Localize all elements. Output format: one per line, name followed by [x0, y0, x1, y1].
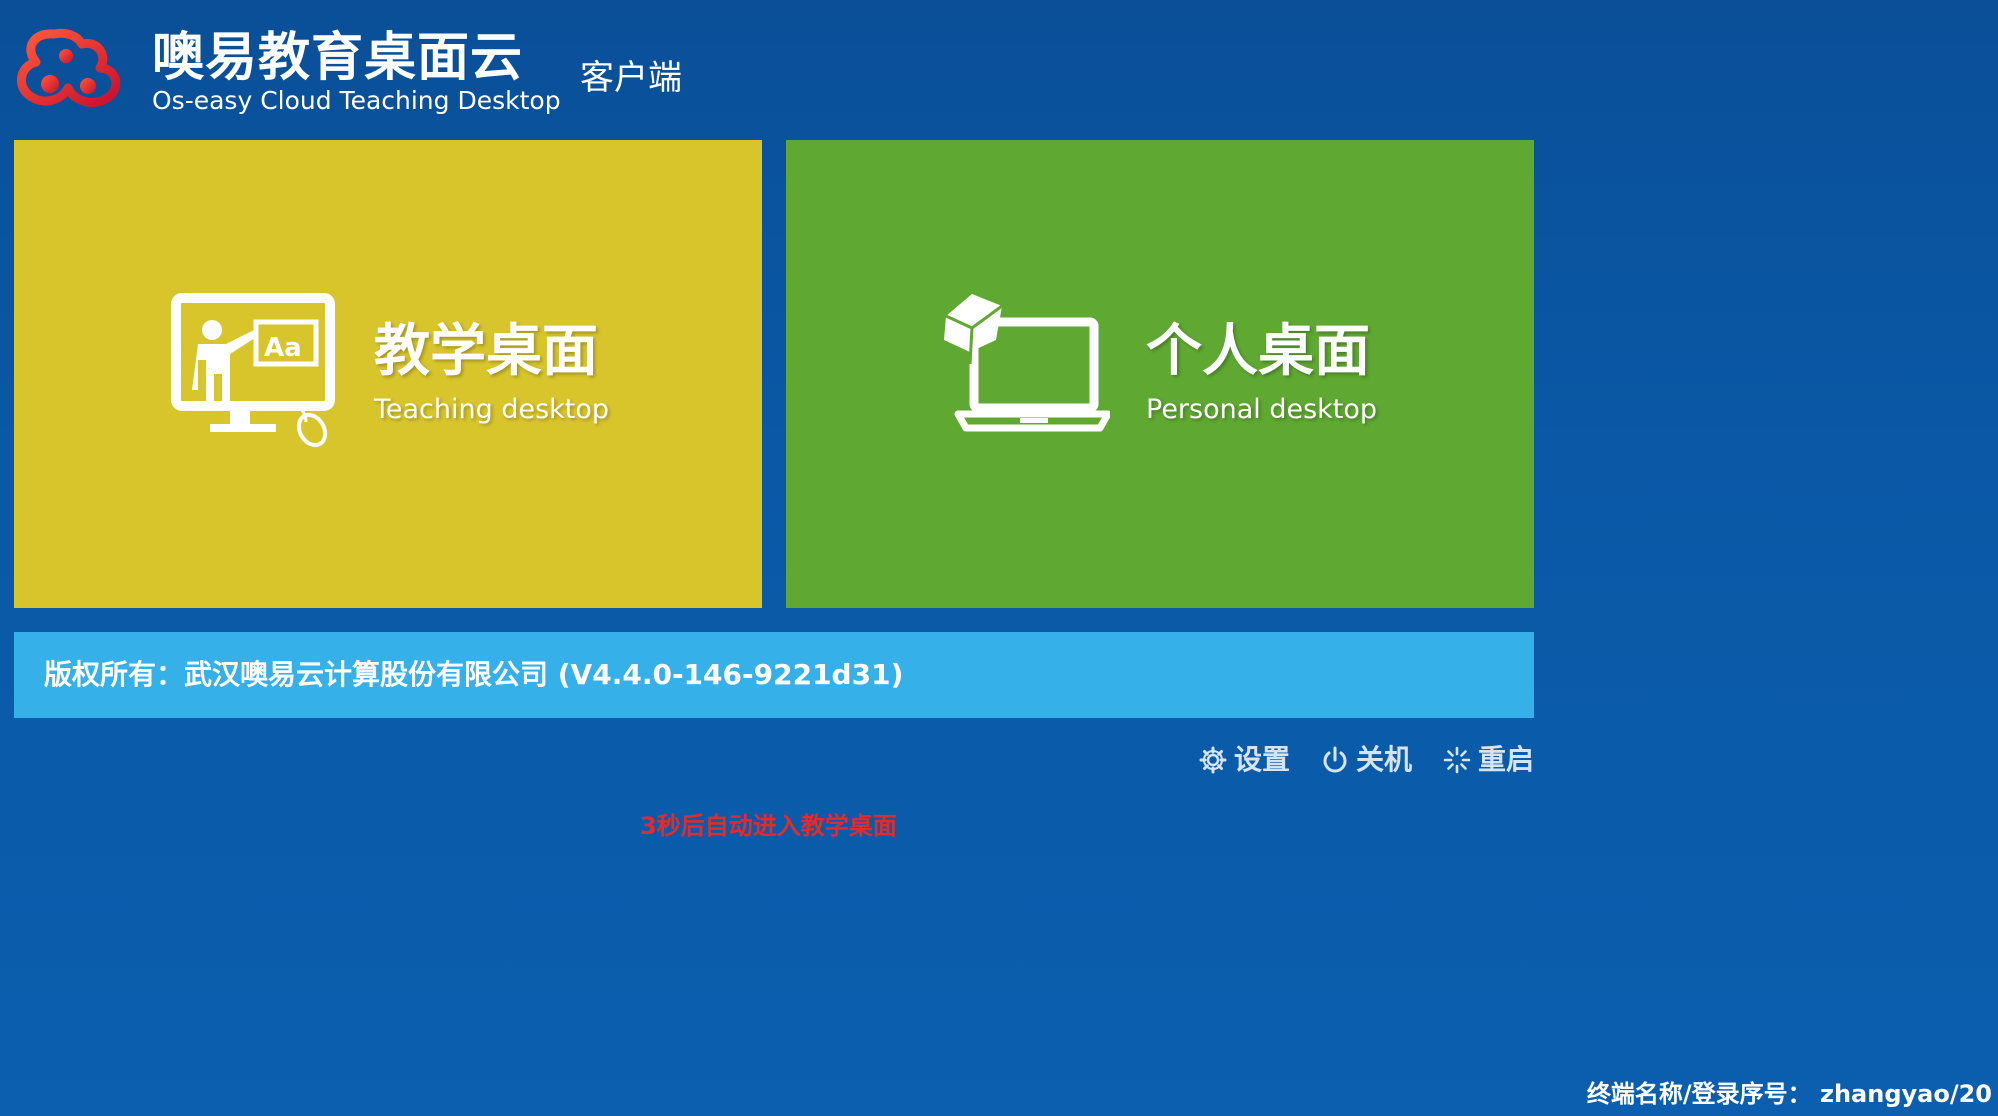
- auto-enter-countdown: 3秒后自动进入教学桌面: [640, 812, 897, 840]
- settings-label: 设置: [1233, 743, 1290, 776]
- os-easy-logo-icon: [17, 28, 121, 107]
- spinner-icon: [1443, 746, 1471, 774]
- svg-text:Aa: Aa: [264, 333, 302, 363]
- restart-label: 重启: [1477, 743, 1534, 776]
- settings-button[interactable]: 设置: [1198, 740, 1290, 780]
- shutdown-label: 关机: [1355, 743, 1412, 776]
- laptop-icon: [944, 294, 1110, 432]
- teaching-desktop-tile[interactable]: Aa 教学桌面 Teaching desktop: [14, 140, 762, 608]
- teaching-desktop-subtitle: Teaching desktop: [374, 394, 610, 425]
- copyright-text: 版权所有：武汉噢易云计算股份有限公司 (V4.4.0-146-9221d31): [44, 658, 904, 691]
- brand-subtitle: Os-easy Cloud Teaching Desktop: [152, 86, 561, 115]
- teaching-desktop-title: 教学桌面: [374, 319, 598, 384]
- brand-title: 噢易教育桌面云: [152, 28, 524, 88]
- gear-icon: [1199, 746, 1227, 774]
- shutdown-button[interactable]: 关机: [1320, 740, 1412, 780]
- personal-desktop-tile[interactable]: 个人桌面 Personal desktop: [786, 140, 1534, 608]
- terminal-info: 终端名称/登录序号： zhangyao/20: [1586, 1080, 1992, 1108]
- teacher-monitor-icon: Aa: [171, 293, 335, 448]
- power-icon: [1323, 746, 1347, 773]
- client-label: 客户端: [580, 58, 682, 98]
- personal-desktop-subtitle: Personal desktop: [1146, 394, 1378, 425]
- system-actions: 设置 关机 重启: [1198, 740, 1534, 780]
- copyright-bar: 版权所有：武汉噢易云计算股份有限公司 (V4.4.0-146-9221d31): [14, 632, 1534, 718]
- restart-button[interactable]: 重启: [1442, 740, 1534, 780]
- personal-desktop-title: 个人桌面: [1146, 319, 1370, 384]
